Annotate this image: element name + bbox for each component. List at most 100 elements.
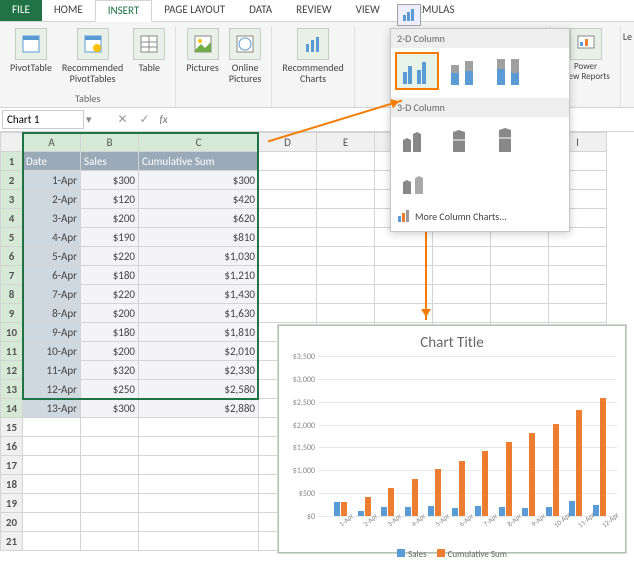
cell[interactable]: $2,580 [139, 380, 259, 399]
cell[interactable] [259, 190, 317, 209]
3d-stacked-column-option[interactable] [441, 121, 485, 159]
enter-icon[interactable]: ✓ [136, 111, 154, 129]
stacked-100-column-option[interactable] [487, 52, 531, 90]
cell[interactable]: $200 [81, 304, 139, 323]
row-header[interactable]: 11 [1, 342, 23, 361]
cell[interactable]: 3-Apr [23, 209, 81, 228]
clustered-column-option[interactable] [395, 52, 439, 90]
cell[interactable] [491, 285, 549, 304]
cell[interactable]: 4-Apr [23, 228, 81, 247]
cell[interactable]: Date [23, 152, 81, 171]
chart-legend[interactable]: Sales Cumulative Sum [279, 549, 625, 560]
cell[interactable] [81, 437, 139, 456]
cell[interactable] [23, 437, 81, 456]
row-header[interactable]: 10 [1, 323, 23, 342]
cell[interactable]: Cumulative Sum [139, 152, 259, 171]
cell[interactable] [259, 266, 317, 285]
3d-stacked-100-column-option[interactable] [487, 121, 531, 159]
row-header[interactable]: 6 [1, 247, 23, 266]
cell[interactable] [259, 171, 317, 190]
cell[interactable] [23, 475, 81, 494]
cell[interactable] [259, 285, 317, 304]
cell[interactable] [433, 304, 491, 323]
cell[interactable]: $1,210 [139, 266, 259, 285]
cell[interactable] [259, 304, 317, 323]
cell[interactable] [23, 418, 81, 437]
cell[interactable]: 10-Apr [23, 342, 81, 361]
more-column-charts-link[interactable]: More Column Charts... [395, 205, 565, 227]
online-pictures-button[interactable]: Online Pictures [225, 26, 266, 86]
cell[interactable]: 2-Apr [23, 190, 81, 209]
cell[interactable] [23, 494, 81, 513]
row-header[interactable]: 4 [1, 209, 23, 228]
cell[interactable]: $810 [139, 228, 259, 247]
3d-clustered-column-option[interactable] [395, 121, 439, 159]
cell[interactable]: $180 [81, 266, 139, 285]
cell[interactable] [317, 304, 375, 323]
cell[interactable] [139, 456, 259, 475]
cell[interactable]: $420 [139, 190, 259, 209]
embedded-chart[interactable]: Chart Title $0$500$1,000$1,500$2,000$2,5… [278, 325, 626, 553]
row-header[interactable]: 20 [1, 513, 23, 532]
cell[interactable]: $1,430 [139, 285, 259, 304]
select-all-corner[interactable] [1, 133, 23, 152]
cell[interactable]: $2,330 [139, 361, 259, 380]
column-header[interactable]: E [317, 133, 375, 152]
cell[interactable]: $120 [81, 190, 139, 209]
row-header[interactable]: 5 [1, 228, 23, 247]
row-header[interactable]: 18 [1, 475, 23, 494]
cell[interactable] [81, 418, 139, 437]
row-header[interactable]: 13 [1, 380, 23, 399]
cell[interactable] [317, 285, 375, 304]
cell[interactable] [259, 247, 317, 266]
cell[interactable] [23, 532, 81, 551]
cell[interactable]: 6-Apr [23, 266, 81, 285]
cell[interactable]: $300 [81, 171, 139, 190]
row-header[interactable]: 15 [1, 418, 23, 437]
cell[interactable] [375, 247, 433, 266]
cell[interactable] [317, 171, 375, 190]
stacked-column-option[interactable] [441, 52, 485, 90]
cell[interactable] [317, 152, 375, 171]
cell[interactable] [317, 190, 375, 209]
row-header[interactable]: 12 [1, 361, 23, 380]
recommended-charts-button[interactable]: Recommended Charts [278, 26, 347, 86]
cell[interactable] [549, 304, 607, 323]
tab-review[interactable]: REVIEW [284, 0, 344, 21]
recommended-pivottables-button[interactable]: Recommended PivotTables [58, 26, 127, 86]
cell[interactable]: 1-Apr [23, 171, 81, 190]
cell[interactable] [375, 266, 433, 285]
cell[interactable]: 9-Apr [23, 323, 81, 342]
cell[interactable]: 12-Apr [23, 380, 81, 399]
pivottable-button[interactable]: PivotTable [6, 26, 56, 86]
tab-home[interactable]: HOME [42, 0, 95, 21]
cell[interactable] [375, 285, 433, 304]
column-header[interactable]: B [81, 133, 139, 152]
cell[interactable] [81, 513, 139, 532]
table-button[interactable]: Table [129, 26, 169, 86]
cell[interactable] [259, 152, 317, 171]
cell[interactable] [433, 266, 491, 285]
cell[interactable]: $1,030 [139, 247, 259, 266]
cell[interactable] [81, 456, 139, 475]
namebox-dropdown-icon[interactable]: ▾ [86, 113, 92, 126]
cell[interactable]: $1,810 [139, 323, 259, 342]
cell[interactable] [491, 266, 549, 285]
cell[interactable] [433, 247, 491, 266]
cell[interactable]: $250 [81, 380, 139, 399]
cell[interactable] [259, 209, 317, 228]
cell[interactable]: $220 [81, 247, 139, 266]
chart-title[interactable]: Chart Title [279, 326, 625, 356]
cell[interactable] [549, 266, 607, 285]
cell[interactable] [549, 285, 607, 304]
tab-page-layout[interactable]: PAGE LAYOUT [152, 0, 237, 21]
column-header[interactable]: A [23, 133, 81, 152]
cell[interactable] [81, 475, 139, 494]
cell[interactable]: 11-Apr [23, 361, 81, 380]
cell[interactable]: $300 [139, 171, 259, 190]
cell[interactable]: $300 [81, 399, 139, 418]
cell[interactable] [491, 304, 549, 323]
cell[interactable]: $320 [81, 361, 139, 380]
cell[interactable]: $200 [81, 342, 139, 361]
cell[interactable] [433, 285, 491, 304]
